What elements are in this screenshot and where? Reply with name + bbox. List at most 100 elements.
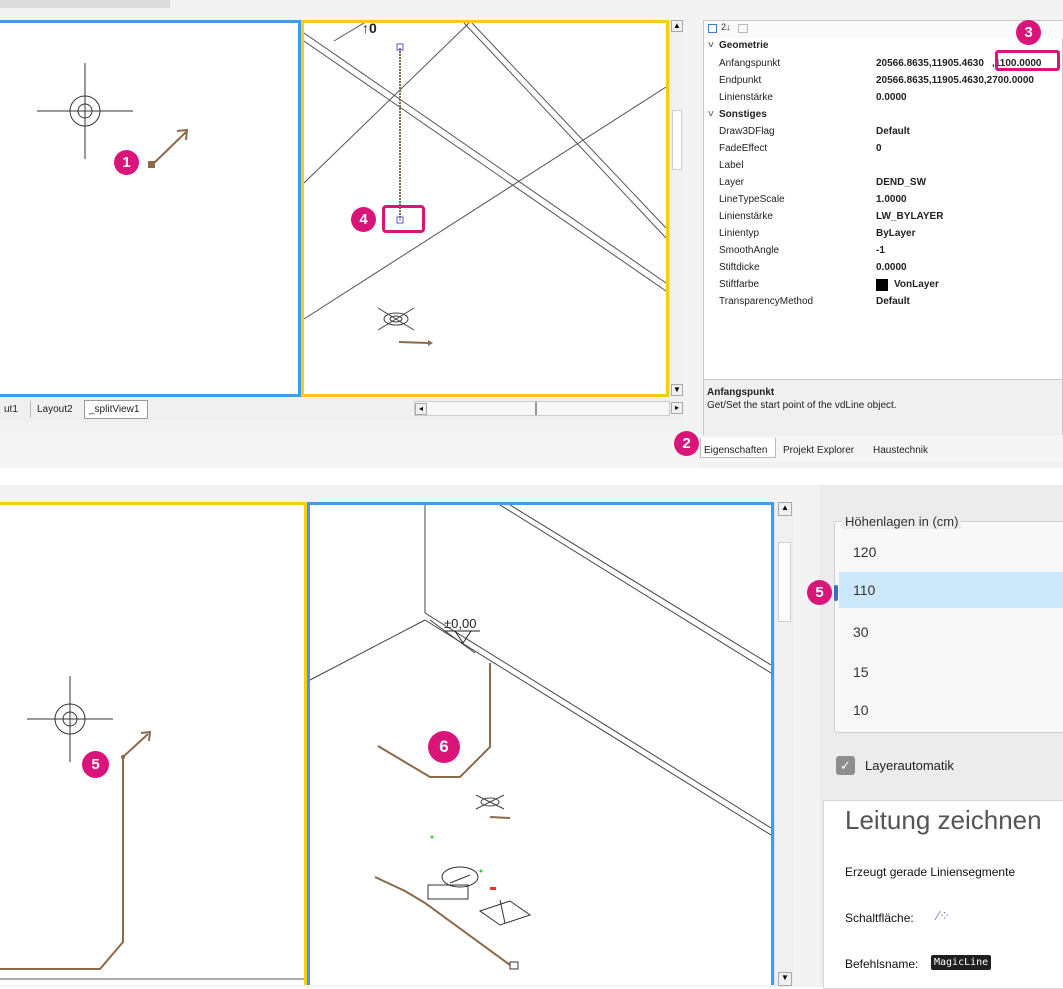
top-strip (0, 0, 700, 12)
prop-row[interactable]: TransparencyMethod Default (704, 294, 1063, 311)
command-name-label: Befehlsname: (845, 957, 919, 971)
hoehenlagen-item[interactable]: 30 (839, 614, 1063, 652)
target-crosshair-icon (27, 676, 113, 762)
prop-key: SmoothAngle (719, 245, 780, 256)
prop-key: Endpunkt (719, 75, 762, 86)
prop-key: Anfangspunkt (719, 58, 781, 69)
prop-row[interactable]: Stiftdicke 0.0000 (704, 260, 1063, 277)
scroll-thumb[interactable] (778, 542, 791, 622)
pipe-run-left (0, 730, 152, 970)
hoehenlagen-list: 120 110 30 15 10 (839, 534, 1063, 734)
prop-key: Draw3DFlag (719, 126, 775, 137)
command-title: Leitung zeichnen (845, 805, 1042, 835)
prop-key: Linienstärke (719, 92, 773, 103)
scroll-down-button[interactable]: ▼ (671, 384, 683, 396)
group-sonstiges-label: Sonstiges (719, 109, 767, 120)
hoehenlagen-item[interactable]: 15 (839, 654, 1063, 692)
prop-key: FadeEffect (719, 143, 768, 154)
prop-value: Default (876, 126, 910, 137)
prop-value: 0 (876, 143, 882, 154)
hoehenlagen-group: 120 110 30 15 10 (834, 521, 1063, 733)
viewport-bottom-left[interactable]: 5 (0, 502, 307, 985)
hoehenlagen-item-label: 10 (853, 702, 869, 718)
tab-haustechnik[interactable]: Haustechnik (873, 445, 928, 456)
prop-value: 0.0000 (876, 262, 907, 273)
viewport-bottom-vscrollbar[interactable]: ▲ ▼ (774, 502, 793, 987)
hoehenlagen-item[interactable]: 120 (839, 534, 1063, 572)
command-description: Erzeugt gerade Liniensegmente (845, 865, 1016, 879)
prop-key: Linientyp (719, 228, 760, 239)
prop-row[interactable]: Linientyp ByLayer (704, 226, 1063, 243)
viewport-bottom-right-drawing: ±0,00 (310, 505, 771, 970)
prop-row[interactable]: Linienstärke LW_BYLAYER (704, 209, 1063, 226)
pipe-arrow-icon (148, 128, 189, 168)
prop-row[interactable]: LineTypeScale 1.0000 (704, 192, 1063, 209)
callout-badge-3: 3 (1016, 20, 1041, 45)
viewport-bottom-right[interactable]: ±0,00 6 (307, 502, 774, 985)
tab-layout1[interactable]: ut1 (4, 404, 18, 415)
prop-key: Stiftdicke (719, 262, 760, 273)
tab-eigenschaften[interactable]: Eigenschaften (704, 445, 767, 456)
tab-projekt-explorer[interactable]: Projekt Explorer (783, 445, 854, 456)
prop-value: ByLayer (876, 228, 916, 239)
prop-row-endpunkt[interactable]: Endpunkt 20566.8635,11905.4630,2700.0000 (704, 73, 1063, 90)
prop-value: 1.0000 (876, 194, 907, 205)
hoehenlagen-item-label: 110 (853, 582, 876, 598)
value-highlight-3 (995, 50, 1060, 71)
prop-key: Stiftfarbe (719, 279, 760, 290)
hoehenlagen-item[interactable]: 10 (839, 692, 1063, 730)
sink-fixture-icon (478, 899, 532, 926)
prop-row[interactable]: SmoothAngle -1 (704, 243, 1063, 260)
right-sidebar: 120 110 30 15 10 Höhenlagen in (cm) ✓ La… (820, 485, 1063, 989)
sort-az-icon[interactable]: 2↓ (721, 22, 731, 32)
prop-row-stiftfarbe[interactable]: Stiftfarbe VonLayer (704, 277, 1063, 294)
scroll-up-button[interactable]: ▲ (778, 502, 792, 516)
top-panel: 1 ↑0 4 ▲ ▼ ut1 Layout2 _splitView1 ◂ ▸ 2… (0, 0, 1063, 468)
prop-row[interactable]: Layer DEND_SW (704, 175, 1063, 192)
scroll-left-button[interactable]: ◂ (415, 403, 427, 415)
scroll-up-button[interactable]: ▲ (671, 20, 683, 32)
command-info-card: Leitung zeichnen Erzeugt gerade Liniense… (823, 800, 1063, 989)
pages-icon[interactable] (738, 24, 748, 33)
prop-row[interactable]: Label (704, 158, 1063, 175)
prop-row[interactable]: FadeEffect 0 (704, 141, 1063, 158)
group-geometrie-label: Geometrie (719, 40, 769, 51)
command-name-value: MagicLine (931, 955, 992, 970)
prop-value: DEND_SW (876, 177, 927, 188)
drain-symbol-icon (475, 794, 505, 810)
scroll-thumb[interactable] (672, 110, 682, 170)
viewport-top-left[interactable]: 1 (0, 20, 301, 397)
scroll-down-button[interactable]: ▼ (778, 972, 792, 986)
tab-layout2[interactable]: Layout2 (37, 404, 73, 415)
layout-tabbar: ut1 Layout2 _splitView1 ◂ ▸ (0, 397, 684, 423)
hoehenlagen-item-label: 30 (853, 624, 869, 640)
viewport-vscrollbar[interactable]: ▲ ▼ (669, 20, 684, 398)
categorized-icon[interactable] (708, 24, 717, 33)
description-title: Anfangspunkt (707, 387, 775, 398)
selection-highlight-4 (382, 205, 425, 233)
button-label: Schaltfläche: (845, 911, 914, 925)
prop-value: LW_BYLAYER (876, 211, 944, 222)
viewport-top-right[interactable]: ↑0 4 (301, 20, 669, 397)
callout-badge-2: 2 (674, 431, 699, 456)
prop-row[interactable]: Draw3DFlag Default (704, 124, 1063, 141)
scroll-right-button[interactable]: ▸ (671, 402, 683, 414)
hscroll-thumb[interactable] (535, 402, 537, 415)
prop-row-linienstaerke[interactable]: Linienstärke 0.0000 (704, 90, 1063, 107)
prop-value: Default (876, 296, 910, 307)
callout-badge-1: 1 (114, 150, 139, 175)
properties-description: Anfangspunkt Get/Set the start point of … (704, 379, 1062, 435)
horizontal-scrollbar[interactable]: ◂ (414, 401, 670, 416)
hoehenlagen-item-selected[interactable]: 110 (839, 572, 1063, 608)
tab-splitview1[interactable]: _splitView1 (89, 404, 139, 415)
layerautomatik-checkbox[interactable]: ✓ (836, 756, 855, 775)
callout-badge-5-left: 5 (82, 751, 109, 778)
bottom-panel: 5 ±0,00 6 ▲ ▼ 120 110 30 15 10 Höhenlage… (0, 485, 1063, 989)
prop-key: TransparencyMethod (719, 296, 814, 307)
viewport-bottom-left-drawing (0, 676, 304, 980)
prop-key: LineTypeScale (719, 194, 785, 205)
description-text: Get/Set the start point of the vdLine ob… (707, 400, 897, 411)
target-crosshair-icon (37, 63, 133, 159)
prop-value: VonLayer (894, 279, 939, 290)
status-bar (0, 432, 700, 468)
